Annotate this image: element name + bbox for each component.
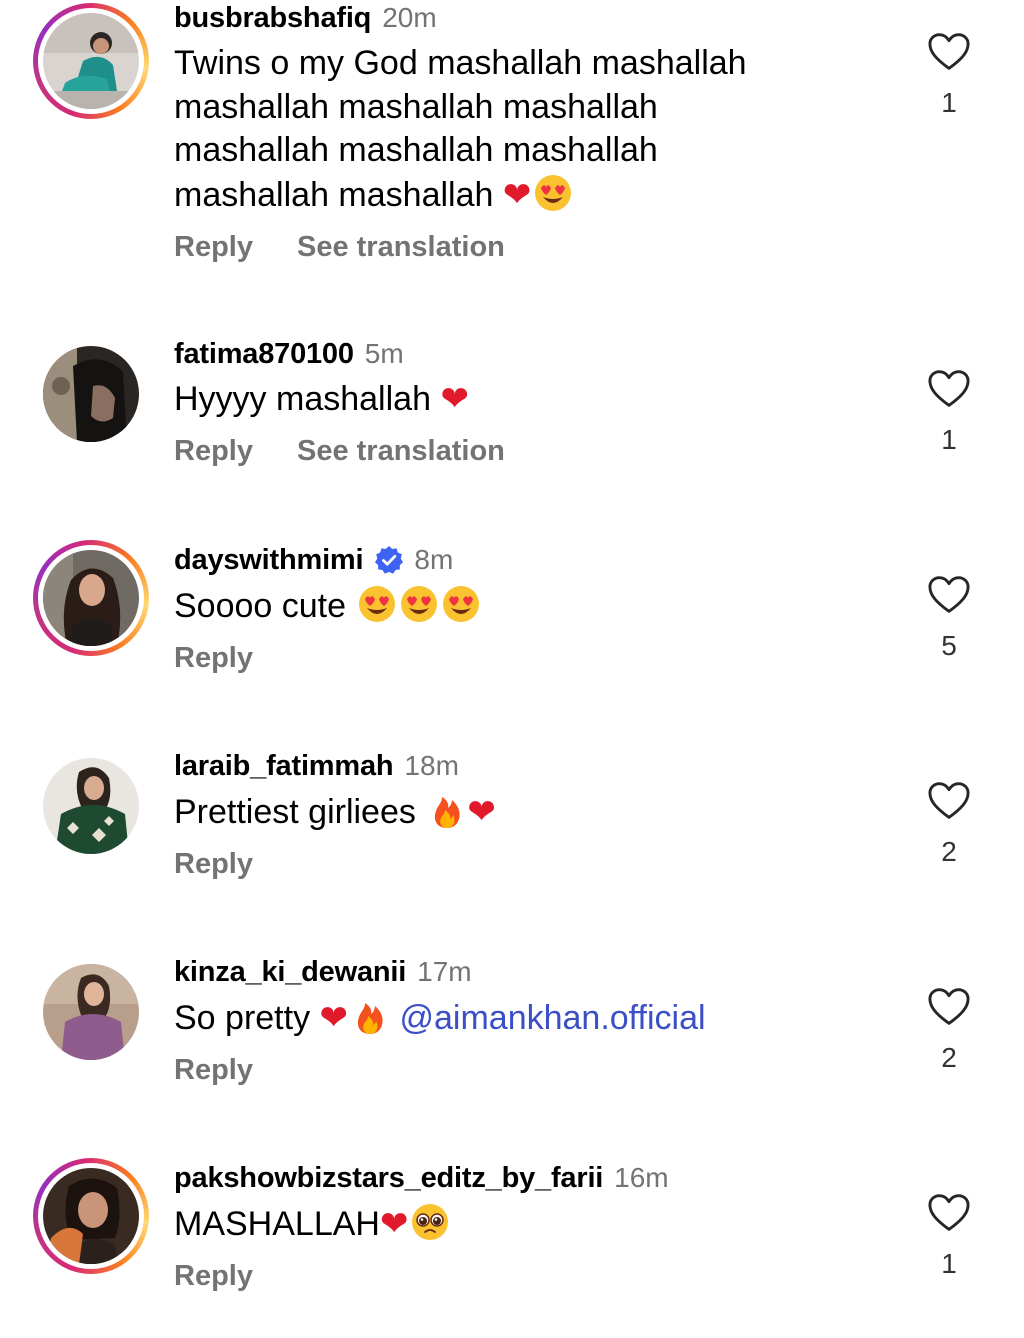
red-heart-emoji: ❤ bbox=[502, 174, 532, 215]
avatar[interactable] bbox=[33, 954, 149, 1070]
heart-eyes-emoji bbox=[441, 584, 481, 624]
like-count: 5 bbox=[941, 630, 957, 661]
profile-photo bbox=[43, 550, 139, 646]
red-heart-emoji: ❤ bbox=[467, 792, 496, 832]
comment-username[interactable]: dayswithmimi bbox=[174, 544, 364, 577]
see-translation-button[interactable]: See translation bbox=[297, 435, 505, 468]
heart-outline-icon[interactable] bbox=[927, 369, 971, 409]
comment-timestamp: 5m bbox=[364, 338, 404, 369]
comment-text: So pretty ❤ @aimankhan.official bbox=[174, 996, 706, 1038]
reply-button[interactable]: Reply bbox=[174, 848, 253, 881]
avatar[interactable] bbox=[33, 336, 149, 452]
comment-timestamp: 17m bbox=[417, 956, 472, 987]
heart-eyes-emoji bbox=[357, 584, 397, 624]
comment-username[interactable]: pakshowbizstars_editz_by_farii bbox=[174, 1162, 603, 1195]
comment-timestamp: 8m bbox=[414, 544, 454, 575]
comment-timestamp: 16m bbox=[614, 1162, 669, 1193]
profile-photo bbox=[43, 1168, 139, 1264]
like-count: 2 bbox=[941, 1042, 957, 1073]
heart-outline-icon[interactable] bbox=[927, 1193, 971, 1233]
comment-username[interactable]: fatima870100 bbox=[174, 338, 354, 371]
fire-emoji bbox=[350, 996, 390, 1036]
comment-text: Soooo cute bbox=[174, 584, 874, 629]
comment-timestamp: 20m bbox=[382, 2, 437, 33]
heart-outline-icon[interactable] bbox=[927, 32, 971, 72]
avatar[interactable] bbox=[33, 748, 149, 864]
heart-eyes-emoji bbox=[533, 173, 573, 213]
comment-text: Hyyyy mashallah ❤ bbox=[174, 379, 469, 419]
like-control: 2 bbox=[924, 781, 974, 867]
heart-outline-icon[interactable] bbox=[927, 575, 971, 615]
like-count: 1 bbox=[941, 1248, 957, 1279]
heart-outline-icon[interactable] bbox=[927, 781, 971, 821]
avatar[interactable] bbox=[33, 540, 149, 656]
profile-photo bbox=[43, 346, 139, 442]
like-count: 2 bbox=[941, 836, 957, 867]
like-count: 1 bbox=[941, 424, 957, 455]
heart-outline-icon[interactable] bbox=[927, 987, 971, 1027]
profile-photo bbox=[43, 13, 139, 109]
like-control: 1 bbox=[924, 369, 974, 455]
comment-username[interactable]: laraib_fatimmah bbox=[174, 750, 394, 783]
profile-photo bbox=[43, 964, 139, 1060]
like-control: 1 bbox=[924, 1193, 974, 1279]
like-control: 5 bbox=[924, 575, 974, 661]
profile-photo bbox=[43, 758, 139, 854]
verified-badge-icon bbox=[373, 544, 405, 576]
fire-emoji bbox=[427, 790, 467, 830]
mention-link[interactable]: @aimankhan.official bbox=[399, 999, 705, 1037]
comment-text: Twins o my God mashallah mashallah masha… bbox=[174, 44, 747, 215]
reply-button[interactable]: Reply bbox=[174, 231, 253, 264]
comment-timestamp: 18m bbox=[404, 750, 459, 781]
reply-button[interactable]: Reply bbox=[174, 1260, 253, 1293]
like-count: 1 bbox=[941, 87, 957, 118]
avatar[interactable] bbox=[33, 3, 149, 119]
reply-button[interactable]: Reply bbox=[174, 642, 253, 675]
pleading-face-emoji bbox=[410, 1202, 450, 1242]
avatar[interactable] bbox=[33, 1158, 149, 1274]
reply-button[interactable]: Reply bbox=[174, 1054, 253, 1087]
like-control: 2 bbox=[924, 987, 974, 1073]
red-heart-emoji: ❤ bbox=[440, 379, 469, 419]
comment-text: Prettiest girliees ❤ bbox=[174, 790, 496, 832]
red-heart-emoji: ❤ bbox=[319, 998, 349, 1038]
comment-text: MASHALLAH❤ bbox=[174, 1202, 874, 1247]
red-heart-emoji: ❤ bbox=[379, 1204, 409, 1244]
reply-button[interactable]: Reply bbox=[174, 435, 253, 468]
comment-username[interactable]: kinza_ki_dewanii bbox=[174, 956, 406, 989]
like-control: 1 bbox=[924, 32, 974, 118]
see-translation-button[interactable]: See translation bbox=[297, 231, 505, 264]
comment-username[interactable]: busbrabshafiq bbox=[174, 2, 371, 35]
heart-eyes-emoji bbox=[399, 584, 439, 624]
